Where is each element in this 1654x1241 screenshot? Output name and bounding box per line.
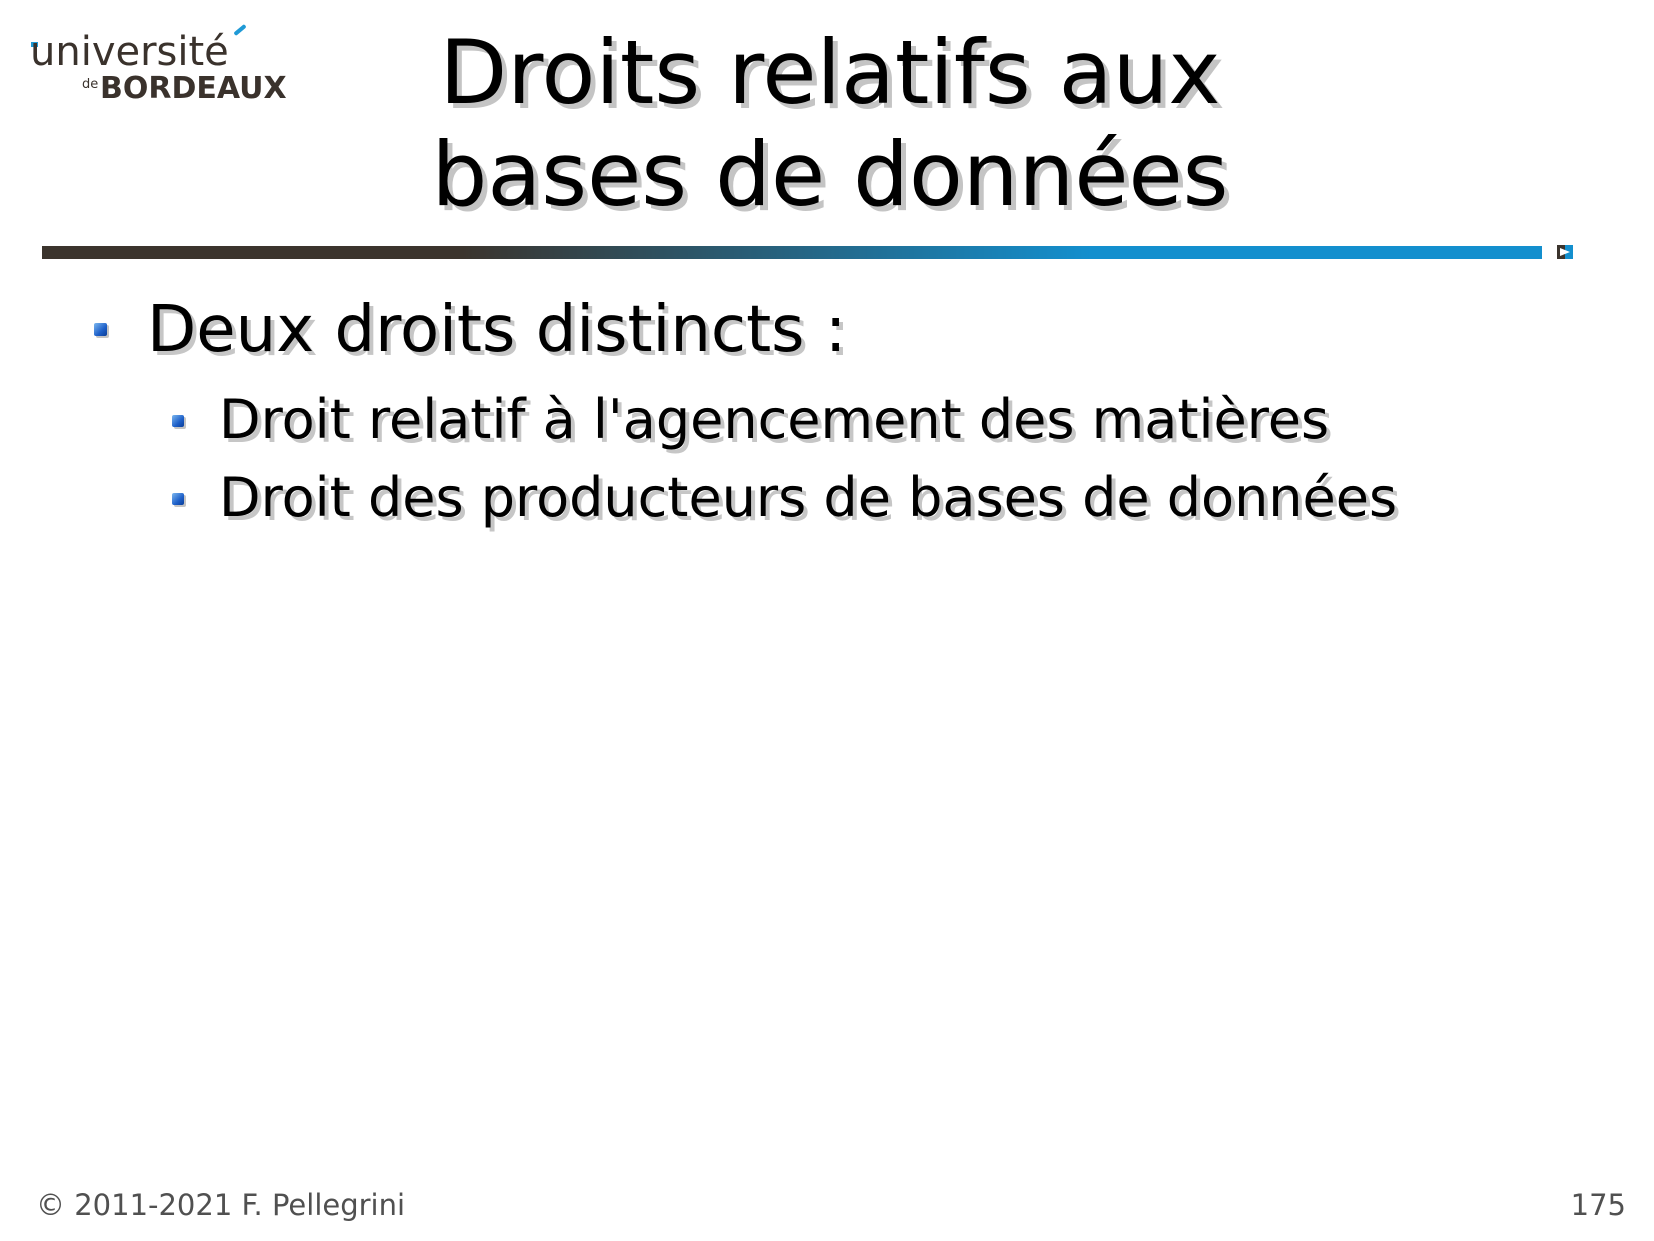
footer-copyright: © 2011-2021 F. Pellegrini <box>36 1188 406 1222</box>
bullet-level2-text: Droit relatif à l'agencement des matière… <box>219 388 1330 451</box>
slide-title-line-2: bases de données <box>431 123 1229 226</box>
bullet-level1-icon <box>94 323 107 336</box>
title-divider-rule <box>42 246 1542 259</box>
rule-end-marker-icon <box>1557 245 1573 259</box>
logo-bordeaux-text: BORDEAUX <box>100 71 287 106</box>
logo-universite-text: université <box>30 29 229 75</box>
footer-page-number: 175 <box>1570 1188 1626 1222</box>
logo-de-text: de <box>82 77 99 92</box>
bullet-level2-icon <box>172 493 184 505</box>
logo-accent-icon <box>233 23 247 37</box>
slide-title-line-1: Droits relatifs aux <box>439 21 1221 124</box>
university-logo: université de BORDEAUX <box>30 23 287 108</box>
bullet-level2-icon <box>172 415 184 427</box>
bullet-level1-text: Deux droits distincts : <box>147 293 847 367</box>
bullet-level2-text: Droit des producteurs de bases de donnée… <box>219 466 1398 529</box>
slide-title: Droits relatifs aux bases de données <box>280 22 1380 226</box>
